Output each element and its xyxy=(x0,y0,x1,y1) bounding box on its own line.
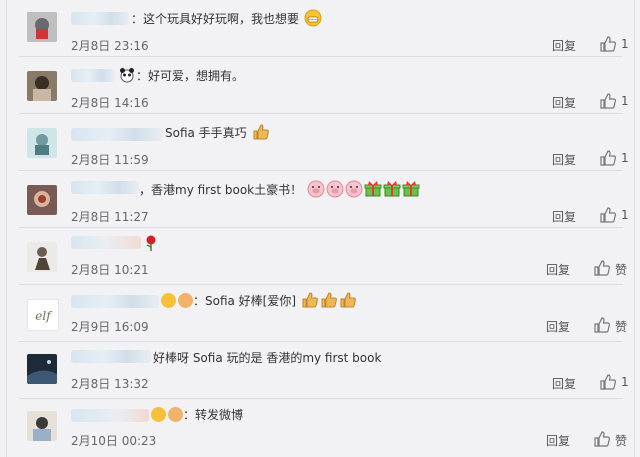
username-blurred[interactable] xyxy=(71,295,159,308)
pig-face-emoji xyxy=(326,180,344,198)
pig-face-emoji xyxy=(307,180,325,198)
avatar[interactable] xyxy=(27,242,57,272)
like-button[interactable]: 1 xyxy=(599,35,629,53)
grinning-face-emoji xyxy=(304,9,322,27)
comment-text: ：好可爱，想拥有。 xyxy=(117,66,244,86)
comment-text: 好棒呀 Sofia 玩的是 香港的my first book xyxy=(153,348,381,368)
thumbs-up-icon xyxy=(600,93,617,109)
thumbs-up-icon xyxy=(600,207,617,223)
avatar[interactable] xyxy=(27,411,57,441)
comment-item: Sofia 手手真巧 2月8日 11:59 回复 1 xyxy=(19,114,629,171)
username-blurred[interactable] xyxy=(71,128,163,141)
thumbs-up-emoji xyxy=(340,292,356,308)
medal-badge-icon xyxy=(168,407,183,422)
reply-button[interactable]: 回复 xyxy=(552,375,576,392)
like-button[interactable]: 1 xyxy=(599,373,629,391)
comment-text-content: Sofia 手手真巧 xyxy=(165,126,247,140)
comment-text: Sofia 手手真巧 xyxy=(165,123,270,143)
like-label: 赞 xyxy=(615,263,628,277)
comment-text-content: ：Sofia 好棒[爱你] xyxy=(193,294,297,308)
comment-item: elf ：Sofia 好棒[爱你] 2月9日 16:09 回复 赞 xyxy=(19,285,627,342)
thumbs-up-icon xyxy=(600,374,617,390)
gift-emoji xyxy=(402,181,420,197)
comment-time: 2月8日 11:59 xyxy=(71,153,149,167)
comment-time: 2月10日 00:23 xyxy=(71,434,157,448)
like-button[interactable]: 赞 xyxy=(593,430,627,448)
comment-text: ：Sofia 好棒[爱你] xyxy=(159,291,357,311)
panda-emoji xyxy=(120,68,134,83)
thumbs-up-icon xyxy=(600,150,617,166)
thumbs-up-emoji xyxy=(321,292,337,308)
username-blurred[interactable] xyxy=(71,12,129,25)
comment-item: 2月8日 10:21 回复 赞 xyxy=(19,228,627,285)
avatar[interactable] xyxy=(27,185,57,215)
username-blurred[interactable] xyxy=(71,181,139,194)
comment-text-content: ：好可爱，想拥有。 xyxy=(136,69,245,83)
reply-button[interactable]: 回复 xyxy=(552,208,576,225)
comment-text-content: ，香港my first book土豪书！ xyxy=(139,183,303,197)
like-count: 1 xyxy=(621,94,629,108)
like-label: 赞 xyxy=(615,320,628,334)
reply-button[interactable]: 回复 xyxy=(552,37,576,54)
username-blurred[interactable] xyxy=(71,69,115,82)
like-label: 赞 xyxy=(615,434,628,448)
comment-time: 2月8日 14:16 xyxy=(71,96,149,110)
comment-text-content: ：这个玩具好好玩啊，我也想要 xyxy=(131,12,300,26)
like-button[interactable]: 1 xyxy=(599,149,629,167)
avatar[interactable] xyxy=(27,12,57,42)
like-button[interactable]: 赞 xyxy=(593,316,627,334)
comment-time: 2月9日 16:09 xyxy=(71,320,149,334)
rose-emoji xyxy=(146,235,156,251)
comment-item: 好棒呀 Sofia 玩的是 香港的my first book 2月8日 13:3… xyxy=(19,342,629,399)
vip-badge-icon xyxy=(151,407,166,422)
comment-text-content: 好棒呀 Sofia 玩的是 香港的my first book xyxy=(153,351,382,365)
like-count: 1 xyxy=(621,208,629,222)
gift-emoji xyxy=(364,181,382,197)
avatar[interactable]: elf xyxy=(27,299,59,331)
like-count: 1 xyxy=(621,375,629,389)
username-blurred[interactable] xyxy=(71,236,141,249)
reply-button[interactable]: 回复 xyxy=(546,318,570,335)
like-count: 1 xyxy=(621,37,629,51)
thumbs-up-icon xyxy=(594,260,611,276)
username-blurred[interactable] xyxy=(71,350,151,363)
pig-face-emoji xyxy=(345,180,363,198)
thumbs-up-icon xyxy=(594,317,611,333)
comment-time: 2月8日 13:32 xyxy=(71,377,149,391)
thumbs-up-emoji xyxy=(253,124,269,140)
comment-item: ：好可爱，想拥有。 2月8日 14:16 回复 1 xyxy=(19,57,629,114)
avatar-logo-text: elf xyxy=(35,309,53,323)
avatar[interactable] xyxy=(27,354,57,384)
thumbs-up-icon xyxy=(600,36,617,52)
comment-text: ：转发微博 xyxy=(149,405,243,425)
comment-item: ，香港my first book土豪书！ 2月8日 11:27 回复 1 xyxy=(19,171,629,228)
avatar[interactable] xyxy=(27,128,57,158)
comment-time: 2月8日 10:21 xyxy=(71,263,149,277)
medal-badge-icon xyxy=(178,293,193,308)
thumbs-up-emoji xyxy=(302,292,318,308)
thumbs-up-icon xyxy=(594,431,611,447)
like-button[interactable]: 1 xyxy=(599,92,629,110)
reply-button[interactable]: 回复 xyxy=(546,432,570,449)
comment-list: ：这个玩具好好玩啊，我也想要 2月8日 23:16 回复 1 ：好可爱，想拥有。… xyxy=(6,0,635,457)
like-button[interactable]: 1 xyxy=(599,206,629,224)
comment-time: 2月8日 23:16 xyxy=(71,39,149,53)
comment-time: 2月8日 11:27 xyxy=(71,210,149,224)
comment-text: ，香港my first book土豪书！ xyxy=(139,180,420,200)
comment-item: ：这个玩具好好玩啊，我也想要 2月8日 23:16 回复 1 xyxy=(19,0,629,57)
gift-emoji xyxy=(383,181,401,197)
comment-text: ：这个玩具好好玩啊，我也想要 xyxy=(131,9,322,29)
username-blurred[interactable] xyxy=(71,409,149,422)
like-button[interactable]: 赞 xyxy=(593,259,627,277)
comment-item: ：转发微博 2月10日 00:23 回复 赞 xyxy=(19,399,627,455)
reply-button[interactable]: 回复 xyxy=(552,151,576,168)
reply-button[interactable]: 回复 xyxy=(552,94,576,111)
like-count: 1 xyxy=(621,151,629,165)
vip-badge-icon xyxy=(161,293,176,308)
reply-button[interactable]: 回复 xyxy=(546,261,570,278)
comment-text-content: ：转发微博 xyxy=(183,408,244,422)
avatar[interactable] xyxy=(27,71,57,101)
comment-text xyxy=(141,234,160,254)
